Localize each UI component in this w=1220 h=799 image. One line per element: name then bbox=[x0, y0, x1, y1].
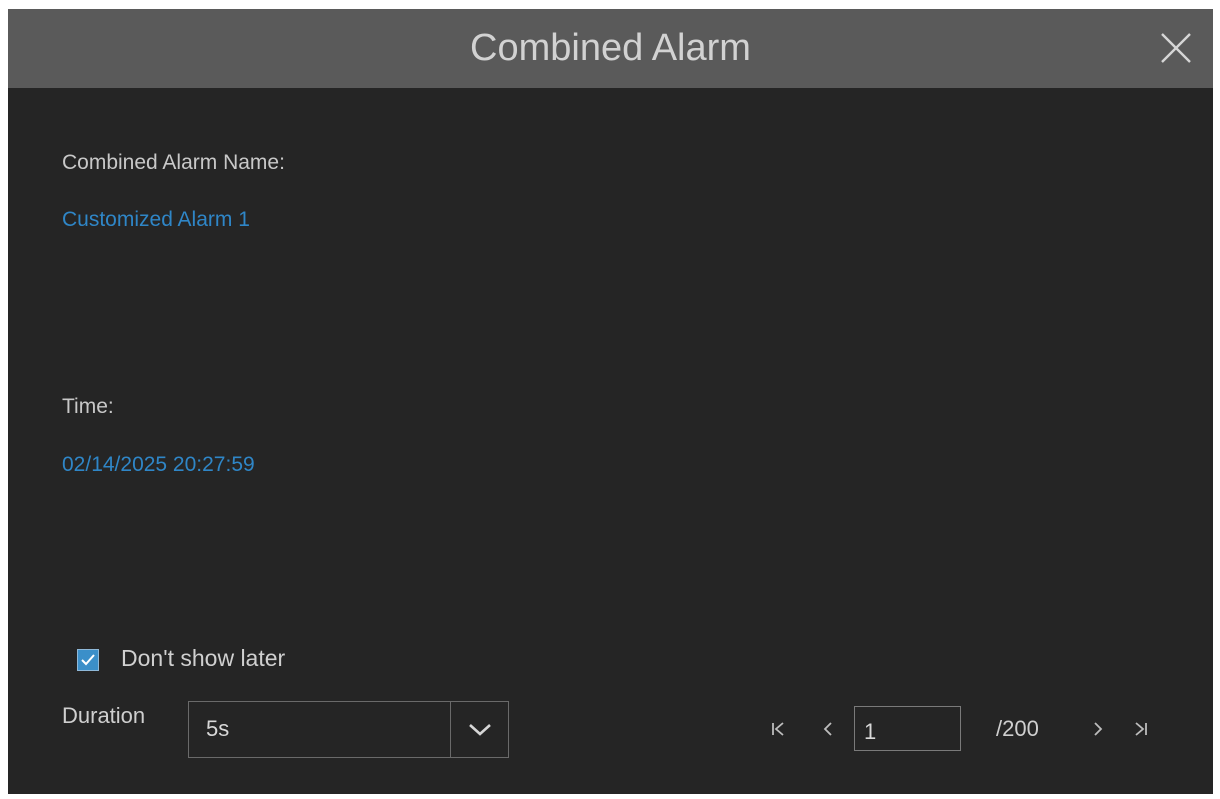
dont-show-later-checkbox[interactable] bbox=[77, 649, 99, 671]
chevron-down-icon bbox=[469, 724, 491, 736]
page-total: /200 bbox=[996, 716, 1039, 741]
first-page-icon bbox=[772, 722, 784, 736]
alarm-name-value: Customized Alarm 1 bbox=[62, 208, 250, 231]
duration-select[interactable]: 5s bbox=[188, 701, 509, 758]
last-page-button[interactable] bbox=[1130, 717, 1150, 741]
next-page-icon bbox=[1094, 722, 1103, 736]
page-number-input[interactable]: 1 bbox=[854, 706, 961, 751]
checkmark-icon bbox=[81, 654, 95, 666]
duration-select-value: 5s bbox=[206, 716, 230, 741]
dialog-titlebar: Combined Alarm bbox=[8, 9, 1213, 88]
dialog-title: Combined Alarm bbox=[470, 27, 751, 69]
next-page-button[interactable] bbox=[1088, 717, 1108, 741]
duration-dropdown-button[interactable] bbox=[450, 702, 508, 757]
time-label: Time: bbox=[62, 395, 114, 418]
close-button[interactable] bbox=[1157, 29, 1195, 67]
last-page-icon bbox=[1135, 722, 1147, 736]
previous-page-button[interactable] bbox=[818, 717, 838, 741]
alarm-name-label: Combined Alarm Name: bbox=[62, 151, 285, 174]
dont-show-later-label[interactable]: Don't show later bbox=[121, 645, 285, 672]
close-icon bbox=[1161, 33, 1191, 63]
previous-page-icon bbox=[823, 722, 832, 736]
duration-label: Duration bbox=[62, 703, 146, 728]
first-page-button[interactable] bbox=[769, 717, 789, 741]
time-value: 02/14/2025 20:27:59 bbox=[62, 453, 255, 476]
combined-alarm-dialog: Combined Alarm Combined Alarm Name: Cust… bbox=[8, 9, 1213, 794]
